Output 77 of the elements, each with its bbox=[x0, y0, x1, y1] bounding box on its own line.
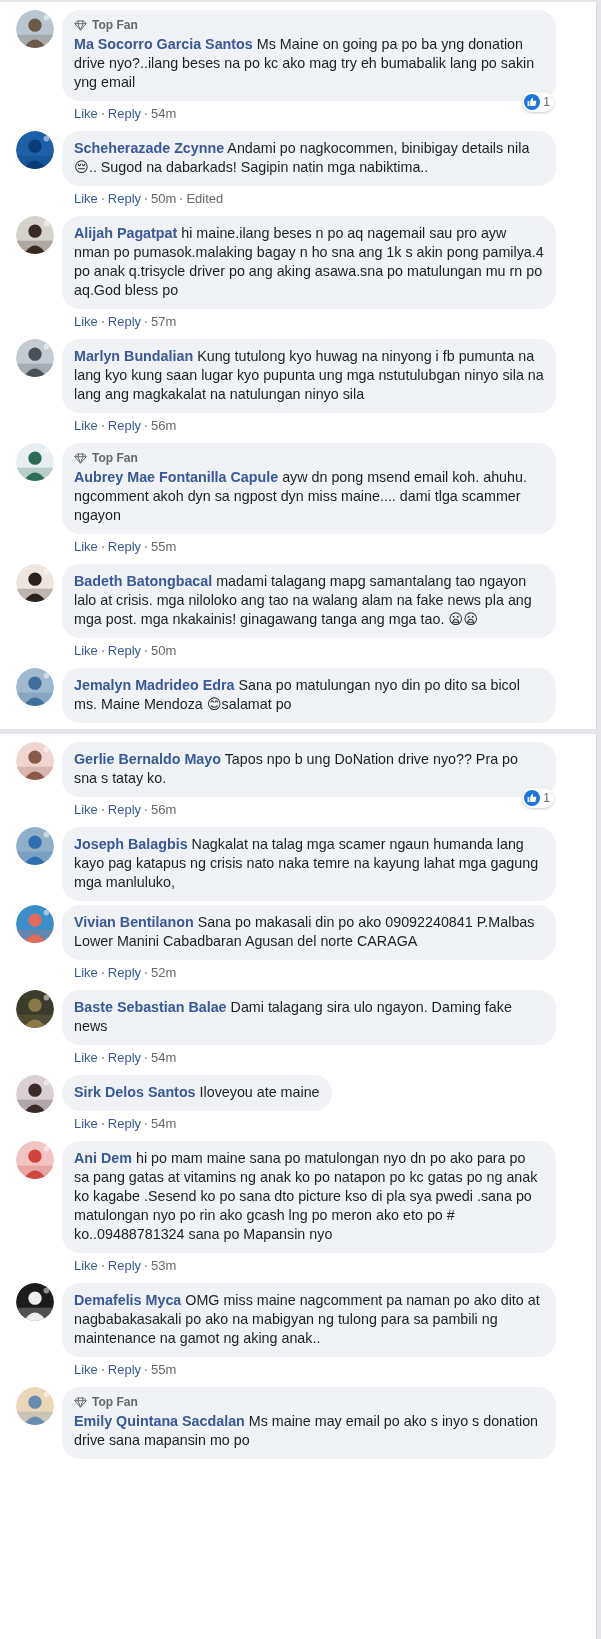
reply-link[interactable]: Reply bbox=[107, 1362, 142, 1377]
reply-link[interactable]: Reply bbox=[107, 191, 142, 206]
comment-text: Vivian Bentilanon Sana po makasali din po ako 09092240841 P.Malbas Lower Manini Cabadbaran Agusan del norte CARAGA bbox=[74, 913, 536, 951]
author-link[interactable]: Baste Sebastian Balae bbox=[74, 999, 227, 1015]
timestamp[interactable]: 52m bbox=[151, 965, 177, 980]
reply-link[interactable]: Reply bbox=[107, 418, 142, 433]
like-link[interactable]: Like bbox=[74, 1116, 98, 1131]
thumbs-up-icon bbox=[524, 94, 541, 110]
like-link[interactable]: Like bbox=[74, 539, 98, 554]
timestamp[interactable]: 57m bbox=[151, 314, 177, 329]
reply-link[interactable]: Reply bbox=[107, 802, 142, 817]
author-link[interactable]: Marlyn Bundalian bbox=[74, 348, 194, 364]
author-link[interactable]: Demafelis Myca bbox=[74, 1292, 182, 1308]
timestamp[interactable]: 56m bbox=[151, 418, 177, 433]
reaction-count[interactable]: 1 bbox=[522, 788, 554, 808]
comment-text: Baste Sebastian Balae Dami talagang sira ulo ngayon. Daming fake news bbox=[74, 998, 513, 1036]
comment-text: Sirk Delos Santos Iloveyou ate maine bbox=[74, 1083, 320, 1102]
reply-link[interactable]: Reply bbox=[107, 1258, 142, 1273]
like-link[interactable]: Like bbox=[74, 1362, 98, 1377]
comment-text: Badeth Batongbacal madami talagang mapg samantalang tao ngayon lalo at crisis. mga niloloko ang tao na walang alam na fake news pla ang mga post. mga nkakainis! ginagawang tanga ang mga tao. 😦😦 bbox=[74, 572, 533, 629]
timestamp[interactable]: 55m bbox=[151, 539, 177, 554]
author-link[interactable]: Ma Socorro Garcia Santos bbox=[74, 36, 253, 52]
like-link[interactable]: Like bbox=[74, 965, 98, 980]
reply-link[interactable]: Reply bbox=[107, 539, 142, 554]
author-link[interactable]: Aubrey Mae Fontanilla Capule bbox=[74, 469, 279, 485]
reply-link[interactable]: Reply bbox=[107, 314, 142, 329]
diamond-icon bbox=[74, 452, 87, 464]
comment-text: Aubrey Mae Fontanilla Capule ayw dn pong msend email koh. ahuhu. ngcomment akoh dyn sa ngpost dyn miss maine.... dami tlga scammer ngayon bbox=[74, 468, 528, 525]
author-link[interactable]: Emily Quintana Sacdalan bbox=[74, 1413, 245, 1429]
reply-link[interactable]: Reply bbox=[107, 1050, 142, 1065]
thumbs-up-icon bbox=[524, 790, 541, 806]
timestamp[interactable]: 50m bbox=[151, 643, 177, 658]
comment-text: Ma Socorro Garcia Santos Ms Maine on going pa po ba yng donation drive nyo?..ilang beses na po kc ako mag try eh bumabalik lang po sakin yng email bbox=[74, 35, 536, 92]
comment-text: Ani Dem hi po mam maine sana po matulongan nyo dn po ako para po sa pang gatas at vitamins ng anak ko po natapon po kc gatas po ng anak ko kagabe .Sesend ko po sana dto picture kso di pla sya pwedi .sana po matulongan nyo po rin ako gcash lng po meron ako eto po # ko..09488781324 sana po Mapansin nyo bbox=[74, 1149, 539, 1244]
reply-link[interactable]: Reply bbox=[107, 965, 142, 980]
top-fan-label: Top Fan bbox=[92, 18, 138, 32]
diamond-icon bbox=[74, 1396, 87, 1408]
author-link[interactable]: Ani Dem bbox=[74, 1150, 132, 1166]
author-link[interactable]: Joseph Balagbis bbox=[74, 836, 188, 852]
author-link[interactable]: Sirk Delos Santos bbox=[74, 1084, 196, 1100]
reaction-count[interactable]: 1 bbox=[522, 92, 554, 112]
comment-text: Gerlie Bernaldo Mayo Tapos npo b ung DoNation drive nyo?? Pra po sna s tatay ko. bbox=[74, 750, 519, 788]
timestamp[interactable]: 54m bbox=[151, 1116, 177, 1131]
author-link[interactable]: Jemalyn Madrideo Edra bbox=[74, 677, 235, 693]
comment-text: Emily Quintana Sacdalan Ms maine may email po ako s inyo s donation drive sana mapansin mo po bbox=[74, 1412, 540, 1450]
timestamp[interactable]: 55m bbox=[151, 1362, 177, 1377]
like-link[interactable]: Like bbox=[74, 1050, 98, 1065]
reply-link[interactable]: Reply bbox=[107, 106, 142, 121]
comment-text: Demafelis Myca OMG miss maine nagcomment pa naman po ako dito at nagbabakasakali po ako na mabigyan ng tulong para sa pambili ng maintenance na gamot ng aking anak.. bbox=[74, 1291, 541, 1348]
like-link[interactable]: Like bbox=[74, 314, 98, 329]
author-link[interactable]: Alijah Pagatpat bbox=[74, 225, 178, 241]
author-link[interactable]: Vivian Bentilanon bbox=[74, 914, 194, 930]
top-fan-label: Top Fan bbox=[92, 1395, 138, 1409]
author-link[interactable]: Badeth Batongbacal bbox=[74, 573, 213, 589]
comment-text: Scheherazade Zcynne Andami po nagkocommen, binibigay details nila 😔.. Sugod na dabarkads! Sagipin natin mga nabiktima.. bbox=[74, 139, 531, 177]
reply-link[interactable]: Reply bbox=[107, 643, 142, 658]
like-link[interactable]: Like bbox=[74, 106, 98, 121]
diamond-icon bbox=[74, 19, 87, 31]
timestamp[interactable]: 54m bbox=[151, 1050, 177, 1065]
timestamp[interactable]: 53m bbox=[151, 1258, 177, 1273]
reply-link[interactable]: Reply bbox=[107, 1116, 142, 1131]
author-link[interactable]: Scheherazade Zcynne bbox=[74, 140, 225, 156]
timestamp[interactable]: 56m bbox=[151, 802, 177, 817]
comment-text: Jemalyn Madrideo Edra Sana po matulungan nyo din po dito sa bicol ms. Maine Mendoza 😊salamat po bbox=[74, 676, 521, 714]
timestamp[interactable]: 54m bbox=[151, 106, 177, 121]
like-link[interactable]: Like bbox=[74, 802, 98, 817]
top-fan-label: Top Fan bbox=[92, 451, 138, 465]
timestamp[interactable]: 50m bbox=[151, 191, 177, 206]
like-link[interactable]: Like bbox=[74, 643, 98, 658]
like-link[interactable]: Like bbox=[74, 418, 98, 433]
author-link[interactable]: Gerlie Bernaldo Mayo bbox=[74, 751, 221, 767]
comment-text: Joseph Balagbis Nagkalat na talag mga scamer ngaun humanda lang kayo pag katapus ng crisis nato naka temre na kayung lahat mga gagung mga manluluko, bbox=[74, 835, 540, 892]
like-link[interactable]: Like bbox=[74, 1258, 98, 1273]
comment-text: Alijah Pagatpat hi maine.ilang beses n po aq nagemail sau pro ayw nman po pumasok.malaking bagay n ho sna ang 1k s akin pong pamilya.4 po anak q.trisycle driver po ang aking asawa.sna po matulungan mu rn po aq.God bless po bbox=[74, 224, 544, 300]
like-link[interactable]: Like bbox=[74, 191, 98, 206]
edited-label: Edited bbox=[186, 191, 224, 206]
comment-text: Marlyn Bundalian Kung tutulong kyo huwag na ninyong i fb pumunta na lang kyo kung saan lugar kyo pupunta ung mga nstutulubgan ninyo sila na lang ang magkakalat na natulungan ninyo sila bbox=[74, 347, 544, 404]
